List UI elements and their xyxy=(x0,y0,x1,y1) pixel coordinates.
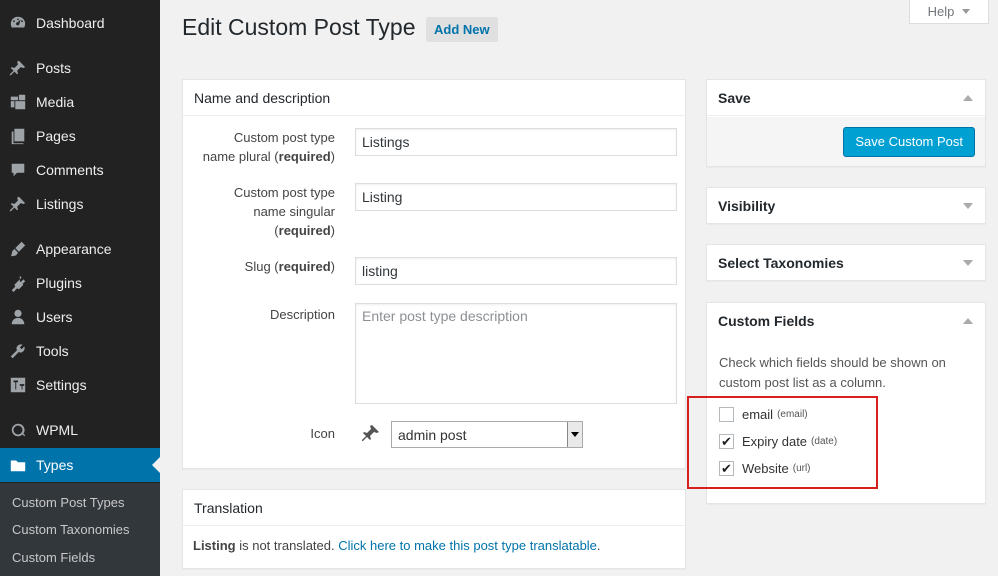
box-title: Name and description xyxy=(183,80,685,116)
folder-icon xyxy=(8,455,28,475)
sidebar-item-tools[interactable]: Tools xyxy=(0,334,160,368)
icon-label-wrap: Icon xyxy=(183,424,335,443)
comment-icon xyxy=(8,160,28,180)
submenu-custom-taxonomies[interactable]: Custom Taxonomies xyxy=(12,522,130,537)
brush-icon xyxy=(8,239,28,259)
wrench-icon xyxy=(8,341,28,361)
wpml-icon xyxy=(8,420,28,440)
collapse-arrow-icon[interactable] xyxy=(963,95,973,101)
admin-sidebar: Dashboard Posts Media Pages Comments Lis… xyxy=(0,0,160,576)
add-new-button[interactable]: Add New xyxy=(426,17,498,42)
sidebar-item-wpml[interactable]: WPML xyxy=(0,413,160,447)
sidebar-item-listings[interactable]: Listings xyxy=(0,187,160,221)
sidebar-item-label: Types xyxy=(36,457,74,473)
sidebar-item-label: Media xyxy=(36,94,75,110)
sidebar-item-types[interactable]: Types xyxy=(0,448,160,482)
singular-label-wrap: Custom post type name singular (required… xyxy=(183,183,335,240)
sidebar-item-label: Appearance xyxy=(36,241,112,257)
singular-name-input[interactable] xyxy=(355,183,677,211)
sidebar-item-label: Pages xyxy=(36,128,76,144)
expand-arrow-icon[interactable] xyxy=(963,203,973,209)
sidebar-item-media[interactable]: Media xyxy=(0,85,160,119)
taxonomies-box[interactable]: Select Taxonomies xyxy=(706,244,986,281)
sidebar-item-label: Plugins xyxy=(36,275,82,291)
custom-fields-help: Check which fields should be shown on cu… xyxy=(719,355,946,390)
chevron-down-icon xyxy=(962,9,971,14)
plural-label: Custom post type name plural (required) xyxy=(202,130,335,164)
settings-icon xyxy=(8,375,28,395)
sidebar-item-users[interactable]: Users xyxy=(0,300,160,334)
plural-label-wrap: Custom post type name plural (required) xyxy=(183,128,335,166)
box-title: Visibility xyxy=(718,198,776,214)
page-title: Edit Custom Post Type xyxy=(182,14,416,40)
pin-icon xyxy=(361,423,381,443)
translation-status: Listing is not translated. Click here to… xyxy=(193,538,601,553)
sidebar-item-label: Listings xyxy=(36,196,84,212)
icon-select-value: admin post xyxy=(398,426,467,443)
help-label: Help xyxy=(927,4,955,19)
description-textarea[interactable] xyxy=(355,303,677,404)
sidebar-item-appearance[interactable]: Appearance xyxy=(0,232,160,266)
slug-label: Slug (required) xyxy=(244,259,335,274)
submenu-custom-post-types[interactable]: Custom Post Types xyxy=(12,495,124,510)
highlight-annotation xyxy=(687,396,878,489)
name-description-box: Name and description Custom post type na… xyxy=(182,79,686,469)
submenu-custom-fields[interactable]: Custom Fields xyxy=(12,550,95,565)
sidebar-item-label: Posts xyxy=(36,60,72,76)
sidebar-item-dashboard[interactable]: Dashboard xyxy=(0,6,160,40)
collapse-arrow-icon[interactable] xyxy=(963,318,973,324)
description-label: Description xyxy=(269,307,335,322)
sidebar-item-label: Settings xyxy=(36,377,87,393)
save-custom-post-button[interactable]: Save Custom Post xyxy=(843,127,975,157)
make-translatable-link[interactable]: Click here to make this post type transl… xyxy=(338,538,597,553)
pin-icon xyxy=(8,58,28,78)
sidebar-item-label: Dashboard xyxy=(36,15,105,31)
sidebar-item-posts[interactable]: Posts xyxy=(0,51,160,85)
dashboard-icon xyxy=(8,13,28,33)
singular-label: Custom post type name singular (required… xyxy=(233,185,335,238)
slug-input[interactable] xyxy=(355,257,677,285)
sidebar-item-label: Users xyxy=(36,309,73,325)
types-submenu: Custom Post Types Custom Taxonomies Cust… xyxy=(0,483,160,576)
box-title: Save xyxy=(707,80,985,116)
user-icon xyxy=(8,307,28,327)
translation-box: Translation Listing is not translated. C… xyxy=(182,489,686,569)
pages-icon xyxy=(8,126,28,146)
icon-label: Icon xyxy=(310,426,335,441)
sidebar-item-label: WPML xyxy=(36,422,78,438)
sidebar-item-settings[interactable]: Settings xyxy=(0,368,160,402)
sidebar-item-pages[interactable]: Pages xyxy=(0,119,160,153)
box-title: Select Taxonomies xyxy=(718,255,844,271)
sidebar-item-plugins[interactable]: Plugins xyxy=(0,266,160,300)
icon-select[interactable]: admin post xyxy=(391,421,583,448)
save-box: Save Save Custom Post xyxy=(706,79,986,167)
box-title: Translation xyxy=(183,490,685,526)
slug-label-wrap: Slug (required) xyxy=(183,257,335,276)
sidebar-item-label: Comments xyxy=(36,162,104,178)
expand-arrow-icon[interactable] xyxy=(963,260,973,266)
help-tab[interactable]: Help xyxy=(909,0,989,24)
plural-name-input[interactable] xyxy=(355,128,677,156)
box-title: Custom Fields xyxy=(718,313,815,329)
visibility-box[interactable]: Visibility xyxy=(706,187,986,224)
chevron-down-icon[interactable] xyxy=(567,422,582,447)
sidebar-item-comments[interactable]: Comments xyxy=(0,153,160,187)
plugin-icon xyxy=(8,273,28,293)
media-icon xyxy=(8,92,28,112)
sidebar-item-label: Tools xyxy=(36,343,69,359)
pin-icon xyxy=(8,194,28,214)
description-label-wrap: Description xyxy=(183,305,335,324)
